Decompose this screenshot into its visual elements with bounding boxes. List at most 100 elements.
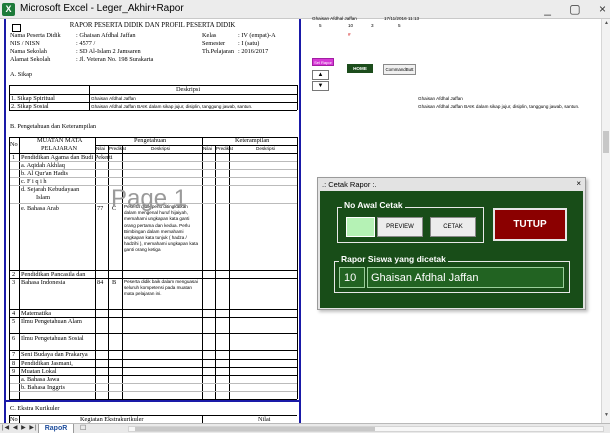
semester-value: : I (satu)	[238, 40, 260, 47]
excel-icon: X	[2, 3, 15, 16]
nama-value: : Ghaisan Afdhal Jaffan	[76, 32, 136, 39]
mapel-arab: e. Bahasa Arab	[21, 205, 59, 212]
mapel-pancasila: Pendidikan Pancasila dan	[21, 271, 86, 278]
mapel-penjas: Pendidikan Jasmani,	[21, 360, 73, 367]
minimize-icon[interactable]: _	[544, 2, 551, 16]
command-button[interactable]: CommandButt	[383, 64, 416, 75]
no-awal-input[interactable]	[346, 217, 375, 237]
sikap-spiritual-desc: Ghaisan Afdhal Jaffan	[91, 96, 136, 101]
kelas-label: Kelas	[202, 32, 217, 39]
sub-deskripsi-k: Deskripsi	[256, 146, 275, 151]
mapel-matematika: Matematika	[21, 310, 52, 317]
row-no-4: 4	[12, 310, 16, 317]
dialog-close-icon[interactable]: ×	[576, 179, 581, 188]
horizontal-scrollbar[interactable]	[128, 426, 604, 432]
tutup-button[interactable]: TUTUP	[493, 208, 567, 241]
sikap-desc-header: Deskripsi	[176, 86, 201, 93]
row-no-1: 1	[12, 154, 16, 161]
sosial-echo: Ghaisan Afdhal Jaffan BAIK dalam sikap j…	[418, 104, 580, 109]
mapel-ips: Ilmu Pengetahuan Sosial	[21, 335, 84, 342]
report-page: RAPOR PESERTA DIDIK DAN PROFIL PESERTA D…	[4, 19, 301, 423]
mapel-agama: Pendidikan Agama dan Budi Pekerti	[21, 154, 113, 161]
sikap-sosial-label: 2. Sikap Sosial	[11, 103, 49, 110]
mapel-ipa: Ilmu Pengetahuan Alam	[21, 318, 82, 325]
col-mapel-1: MUATAN MATA	[37, 137, 83, 144]
no-awal-legend: No Awal Cetak	[342, 200, 405, 210]
row-number-4: 5	[398, 23, 401, 28]
horizontal-scroll-thumb[interactable]	[135, 427, 375, 431]
mapel-mulok: Muatan Lokal	[21, 368, 57, 375]
row-no-2: 2	[12, 271, 16, 278]
dialog-body: No Awal Cetak PREVIEW CETAK TUTUP Rapor …	[320, 191, 583, 308]
sikap-spiritual-label: 1. Sikap Spiritual	[11, 95, 55, 102]
up-arrow-button[interactable]: ▲	[312, 70, 329, 80]
vertical-scroll-thumb[interactable]	[603, 131, 609, 153]
page-watermark: Page 1	[111, 185, 188, 212]
row-no-7: 7	[12, 351, 16, 358]
indo-nilai: 84	[97, 279, 104, 286]
mapel-indonesia: Bahasa Indonesia	[21, 279, 66, 286]
pk-heading: B. Pengetahuan dan Keterampilan	[10, 123, 97, 130]
scroll-up-icon[interactable]: ▲	[603, 20, 610, 26]
row-no-5: 5	[12, 318, 16, 325]
kelas-value: : IV (empat)-A	[238, 32, 276, 39]
arab-nilai: 77	[97, 205, 104, 212]
mapel-sbdp: Seni Budaya dan Prakarya	[21, 351, 88, 358]
marker: #	[348, 32, 351, 37]
new-sheet-icon[interactable]: ☐	[80, 424, 86, 432]
page-title: RAPOR PESERTA DIDIK DAN PROFIL PESERTA D…	[69, 22, 236, 29]
mapel-quran: b. Al Qur'an Hadis	[21, 170, 68, 177]
col-keterampilan: Keterampilan	[235, 137, 270, 144]
mapel-ski-2: Islam	[36, 194, 50, 201]
dialog-title: .: Cetak Rapor :.	[322, 180, 377, 189]
sel-rapor-button[interactable]: Sel Rapor	[312, 58, 334, 66]
ekstra-section: C. Ekstra Kurikuler No Kegiatan Ekstraku…	[4, 400, 301, 425]
alamat-value: : Jl. Veteran No. 198 Surakarta	[76, 56, 154, 63]
row-number-3: 3	[371, 23, 374, 28]
col-pengetahuan: Pengetahuan	[134, 137, 167, 144]
sub-deskripsi-p: Deskripsi	[151, 146, 170, 151]
sekolah-value: : SD Al-Islam 2 Jamsaren	[76, 48, 141, 55]
row-number-1: 5	[319, 23, 322, 28]
mapel-fiqih: c. F i q i h	[21, 178, 47, 185]
title-bar: X Microsoft Excel - Leger_Akhir+Rapor _ …	[0, 0, 610, 19]
tp-value: : 2016/2017	[238, 48, 269, 55]
tab-nav-arrows[interactable]: |◀ ◀ ▶ ▶|	[2, 424, 38, 431]
excel-window: X Microsoft Excel - Leger_Akhir+Rapor _ …	[0, 0, 610, 433]
sekolah-label: Nama Sekolah	[10, 48, 47, 55]
ekstra-heading: C. Ekstra Kurikuler	[10, 405, 60, 412]
indo-deskripsi: Peserta didik baik dalam menguasai selur…	[124, 279, 198, 297]
row-no-6: 6	[12, 335, 16, 342]
row-no-9: 9	[12, 368, 16, 375]
home-button[interactable]: HOME	[347, 64, 373, 73]
close-icon[interactable]: ×	[599, 2, 606, 16]
mapel-jawa: a. Bahasa Jawa	[21, 376, 60, 383]
preview-button[interactable]: PREVIEW	[377, 217, 423, 237]
nis-label: NIS / NISN	[10, 40, 40, 47]
maximize-icon[interactable]: ▢	[569, 2, 580, 16]
sub-nilai-k: Nilai	[203, 146, 212, 151]
scroll-down-icon[interactable]: ▼	[603, 412, 610, 418]
sikap-sosial-desc: Ghaisan Afdhal Jaffan BAIK dalam sikap j…	[91, 104, 253, 109]
rapor-name-display: Ghaisan Afdhal Jaffan	[367, 267, 564, 288]
spiritual-echo: Ghaisan Afdhal Jaffan	[418, 96, 463, 101]
mapel-ski: d. Sejarah Kebudayaan	[21, 186, 80, 193]
row-no-3: 3	[12, 279, 16, 286]
tab-rapor[interactable]: RapoR	[38, 424, 74, 433]
rapor-number-display: 10	[339, 267, 365, 288]
row-no-8: 8	[12, 360, 16, 367]
header-date: 17/11/2016 11:13	[384, 16, 420, 21]
down-arrow-button[interactable]: ▼	[312, 81, 329, 91]
sheet-tab-bar: |◀ ◀ ▶ ▶| RapoR ☐	[0, 423, 610, 433]
col-mapel-2: PELAJARAN	[41, 145, 78, 152]
vertical-scrollbar[interactable]: ▲ ▼	[601, 19, 610, 423]
mapel-aqidah: a. Aqidah Akhlaq	[21, 162, 65, 169]
window-title: Microsoft Excel - Leger_Akhir+Rapor	[20, 3, 184, 14]
indo-predikat: B	[112, 279, 117, 286]
cetak-rapor-dialog: .: Cetak Rapor :. × No Awal Cetak PREVIE…	[317, 177, 586, 310]
dicetak-legend: Rapor Siswa yang dicetak	[339, 254, 448, 264]
semester-label: Semester	[202, 40, 226, 47]
sub-nilai-p: Nilai	[96, 146, 105, 151]
tp-label: Th.Pelajaran	[202, 48, 234, 55]
cetak-button[interactable]: CETAK	[430, 217, 476, 237]
